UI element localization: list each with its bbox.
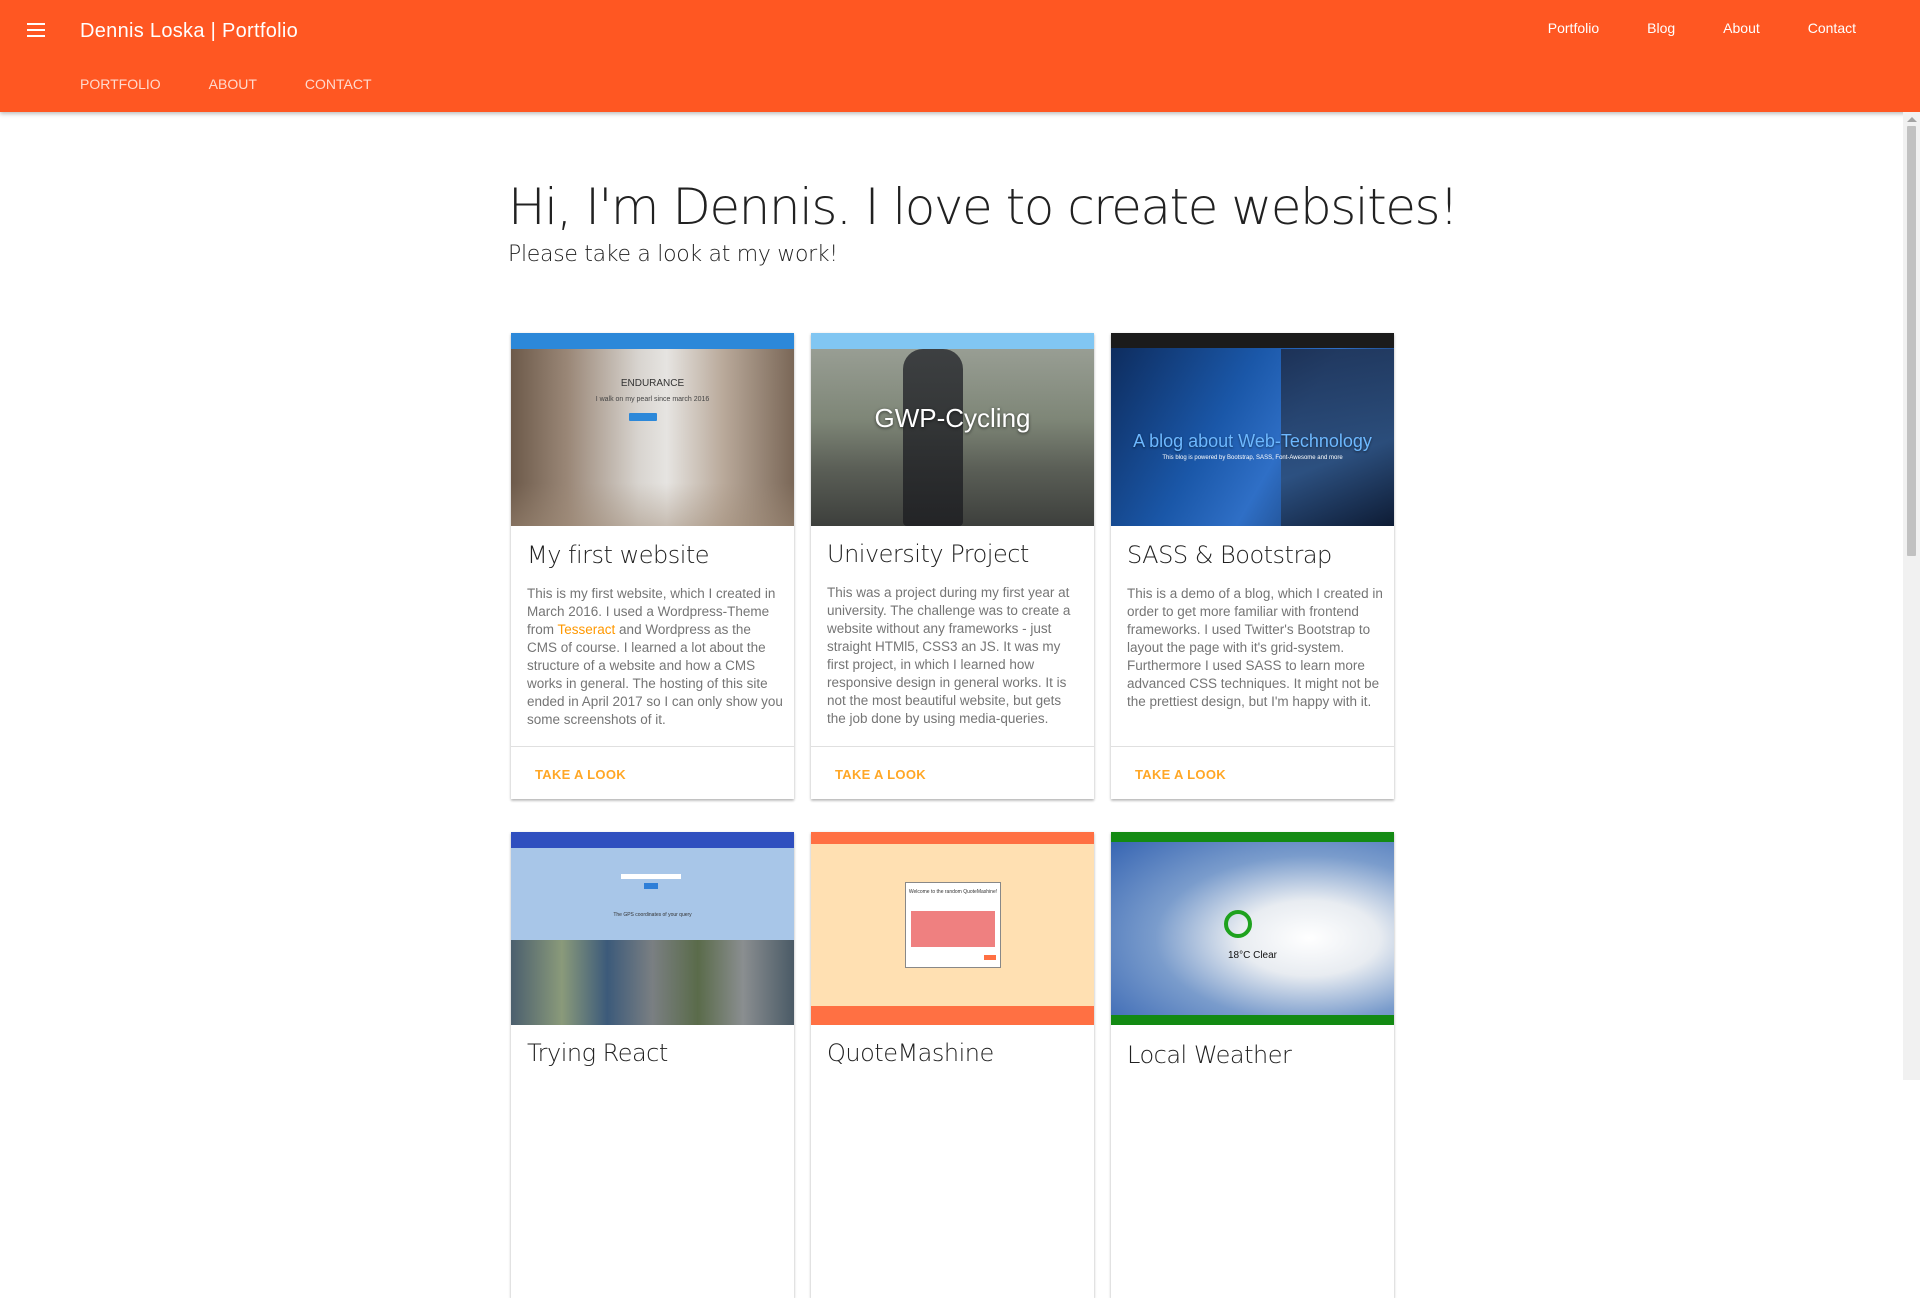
screenshot-footer — [811, 1006, 1094, 1025]
card-title: University Project — [827, 540, 1029, 568]
nav-contact[interactable]: Contact — [1808, 20, 1856, 36]
nav-about[interactable]: About — [1723, 20, 1760, 36]
screenshot-search-input — [621, 874, 681, 879]
card-description: This was a project during my first year … — [827, 585, 1071, 726]
tab-bar: PORTFOLIO ABOUT CONTACT — [80, 76, 420, 92]
card-title: QuoteMashine — [827, 1039, 994, 1067]
card-description: This is a demo of a blog, which I create… — [1127, 586, 1383, 709]
screenshot-welcome: Welcome to the random QuoteMashine! — [908, 889, 998, 895]
screenshot-heading: A blog about Web-Technology — [1133, 431, 1372, 451]
card-actions: TAKE A LOOK — [1111, 746, 1394, 799]
screenshot-button — [629, 413, 657, 421]
screenshot-navbar — [511, 832, 794, 848]
tesseract-link[interactable]: Tesseract — [558, 622, 616, 637]
card-title: Local Weather — [1127, 1041, 1292, 1069]
project-card: 18°C Clear Local Weather — [1111, 832, 1394, 1298]
project-screenshot[interactable]: A blog about Web-Technology This blog is… — [1111, 333, 1394, 526]
tab-portfolio[interactable]: PORTFOLIO — [80, 76, 161, 92]
vertical-scrollbar[interactable] — [1903, 112, 1920, 1080]
screenshot-temperature: 18°C Clear — [1227, 950, 1278, 961]
project-screenshot[interactable]: ENDURANCE I walk on my pearl since march… — [511, 333, 794, 526]
scroll-up-arrow-icon[interactable] — [1907, 117, 1917, 122]
scroll-thumb[interactable] — [1907, 126, 1916, 556]
card-title: SASS & Bootstrap — [1127, 541, 1332, 569]
screenshot-footer — [1111, 1015, 1394, 1025]
site-title[interactable]: Dennis Loska | Portfolio — [80, 20, 298, 43]
card-description: This is my first website, which I create… — [527, 586, 783, 727]
app-bar: Dennis Loska | Portfolio Portfolio Blog … — [0, 0, 1920, 112]
project-card: ENDURANCE I walk on my pearl since march… — [511, 333, 794, 799]
nav-blog[interactable]: Blog — [1647, 20, 1675, 36]
screenshot-subheading: This blog is powered by Bootstrap, SASS,… — [1162, 455, 1343, 461]
project-screenshot[interactable]: Welcome to the random QuoteMashine! — [811, 832, 1094, 1025]
screenshot-photo-strip — [511, 940, 794, 1025]
card-actions: TAKE A LOOK — [811, 746, 1094, 799]
screenshot-navbar — [1111, 333, 1394, 348]
card-actions: TAKE A LOOK — [511, 746, 794, 799]
project-screenshot[interactable]: The GPS coordinates of your query — [511, 832, 794, 1025]
take-a-look-button[interactable]: TAKE A LOOK — [1135, 767, 1226, 782]
screenshot-subheading: I walk on my pearl since march 2016 — [595, 396, 710, 403]
project-card: GWP-Cycling University Project This was … — [811, 333, 1094, 799]
menu-icon[interactable] — [24, 18, 48, 42]
screenshot-quote-box: Welcome to the random QuoteMashine! — [905, 882, 1001, 968]
hero-subtitle: Please take a look at my work! — [508, 242, 838, 267]
tab-about[interactable]: ABOUT — [209, 76, 257, 92]
hero-title: Hi, I'm Dennis. I love to create website… — [508, 178, 1459, 236]
screenshot-rainbow — [511, 483, 794, 526]
project-card: Welcome to the random QuoteMashine! Quot… — [811, 832, 1094, 1298]
screenshot-heading: ENDURANCE — [620, 378, 685, 389]
tab-contact[interactable]: CONTACT — [305, 76, 372, 92]
nav-portfolio[interactable]: Portfolio — [1548, 20, 1599, 36]
screenshot-navbar — [811, 333, 1094, 349]
project-screenshot[interactable]: 18°C Clear — [1111, 832, 1394, 1025]
top-navigation: Portfolio Blog About Contact — [1548, 20, 1920, 36]
screenshot-navbar — [511, 333, 794, 349]
screenshot-navbar — [811, 832, 1094, 844]
card-title: My first website — [527, 541, 710, 569]
take-a-look-button[interactable]: TAKE A LOOK — [835, 767, 926, 782]
screenshot-search-button — [644, 883, 658, 889]
project-card: A blog about Web-Technology This blog is… — [1111, 333, 1394, 799]
project-card: The GPS coordinates of your query Trying… — [511, 832, 794, 1298]
screenshot-cyclist — [903, 349, 963, 526]
screenshot-sun-icon — [1224, 910, 1252, 938]
card-title: Trying React — [527, 1039, 668, 1067]
screenshot-next-button — [984, 955, 996, 960]
project-screenshot[interactable]: GWP-Cycling — [811, 333, 1094, 526]
screenshot-caption: The GPS coordinates of your query — [613, 912, 692, 918]
screenshot-navbar — [1111, 832, 1394, 842]
take-a-look-button[interactable]: TAKE A LOOK — [535, 767, 626, 782]
screenshot-heading: GWP-Cycling — [874, 403, 1031, 433]
screenshot-quote — [911, 911, 995, 947]
